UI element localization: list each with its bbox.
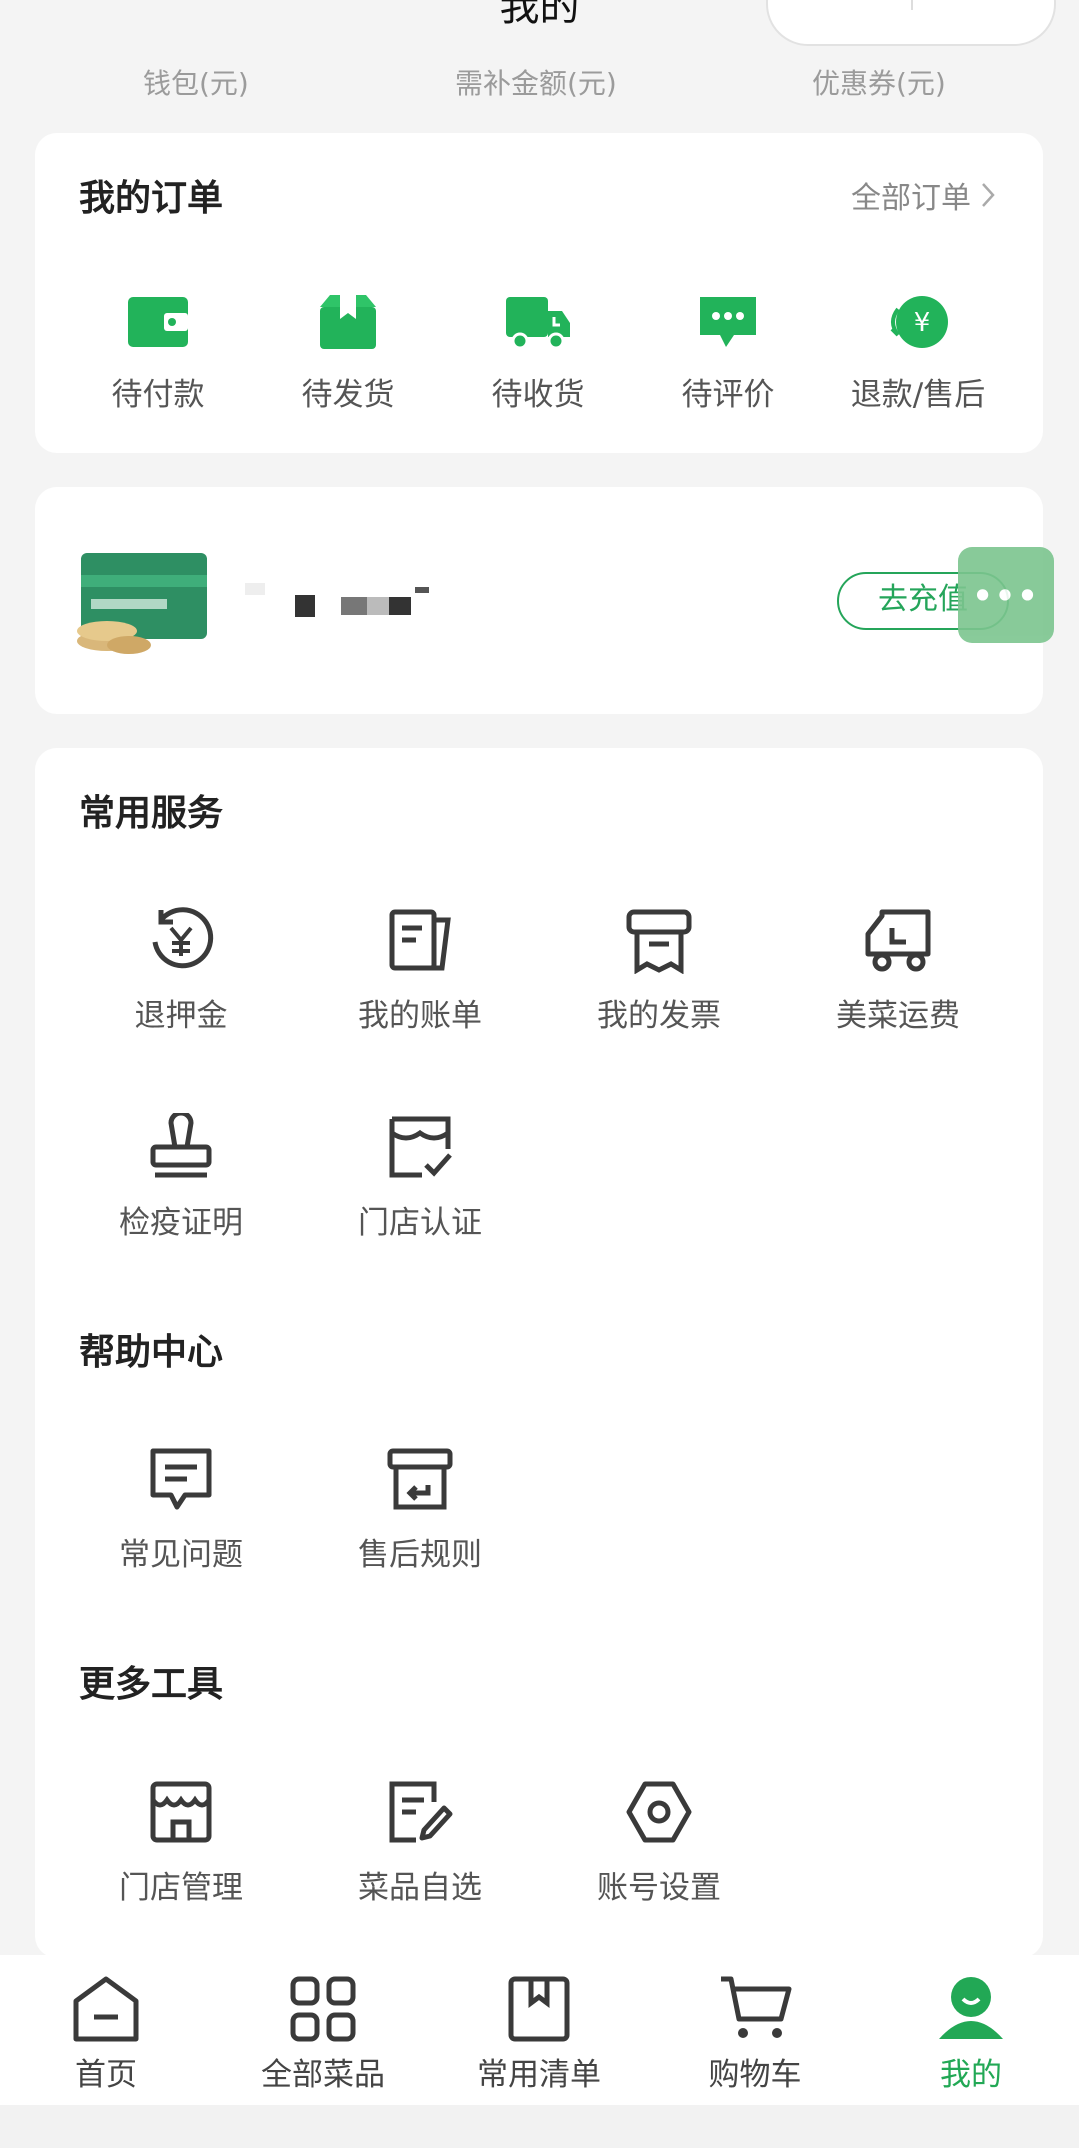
chat-bubble-icon: [700, 297, 756, 347]
store-verified-icon: [389, 1116, 452, 1178]
tool-store-management[interactable]: 门店管理: [81, 1778, 281, 1907]
capsule-divider: [911, 0, 913, 10]
service-label: 美菜运费: [836, 998, 960, 1034]
tab-cart[interactable]: 购物车: [665, 1973, 845, 2094]
floating-more-button[interactable]: •••: [958, 547, 1054, 643]
delivery-truck-icon: [865, 909, 931, 972]
profile-icon: [939, 1977, 1003, 2039]
order-refund-aftersale[interactable]: ¥ 退款/售后: [843, 293, 993, 414]
service-my-bill[interactable]: 我的账单: [320, 906, 520, 1035]
stat-due-amount[interactable]: 需补金额(元): [455, 62, 617, 102]
service-deposit-refund[interactable]: 退押金: [81, 906, 281, 1035]
mini-program-capsule: [766, 0, 1056, 46]
edit-list-icon: [389, 1781, 453, 1843]
refund-icon: ¥: [890, 296, 948, 348]
tool-label: 菜品自选: [358, 1870, 482, 1906]
bill-icon: [389, 909, 451, 971]
all-orders-link[interactable]: 全部订单: [851, 173, 995, 217]
close-target-icon[interactable]: [963, 0, 1013, 2]
tab-label: 全部菜品: [261, 2057, 385, 2093]
return-box-icon: [387, 1448, 453, 1510]
bookmark-list-icon: [508, 1976, 570, 2042]
order-pending-shipment[interactable]: 待发货: [273, 293, 423, 414]
service-label: 我的发票: [597, 998, 721, 1034]
account-stats: 钱包(元) 需补金额(元) 优惠券(元): [0, 62, 1079, 106]
tab-label: 首页: [75, 2057, 137, 2093]
tool-dish-select[interactable]: 菜品自选: [320, 1778, 520, 1907]
tab-label: 我的: [940, 2057, 1002, 2093]
wallet-icon: [128, 297, 188, 347]
more-dots-icon[interactable]: [816, 0, 866, 2]
svg-text:¥: ¥: [914, 308, 931, 338]
tool-label: 账号设置: [597, 1870, 721, 1906]
home-icon: [73, 1976, 139, 2042]
help-faq[interactable]: 常见问题: [81, 1445, 281, 1574]
tools-title: 更多工具: [79, 1664, 224, 1705]
service-delivery-fee[interactable]: 美菜运费: [798, 906, 998, 1035]
order-label: 待发货: [301, 377, 395, 413]
tab-common-list[interactable]: 常用清单: [449, 1973, 629, 2094]
tool-label: 门店管理: [119, 1870, 243, 1906]
stamp-icon: [150, 1113, 212, 1178]
order-label: 待评价: [681, 377, 775, 413]
service-label: 我的账单: [358, 998, 482, 1034]
service-quarantine-cert[interactable]: 检疫证明: [81, 1113, 281, 1242]
help-aftersale-rules[interactable]: 售后规则: [320, 1445, 520, 1574]
service-my-invoice[interactable]: 我的发票: [559, 906, 759, 1035]
tab-label: 购物车: [708, 2057, 802, 2093]
card-coins-illustration: [77, 553, 207, 654]
hex-settings-icon: [626, 1781, 692, 1843]
tab-label: 常用清单: [477, 2057, 601, 2093]
bottom-tab-bar: 首页 全部菜品 常用清单 购物车 我的: [0, 1955, 1079, 2105]
order-pending-payment[interactable]: 待付款: [83, 293, 233, 414]
redacted-text-block: [245, 583, 429, 617]
service-label: 退押金: [134, 998, 228, 1034]
services-card: 常用服务 退押金 我的账单 我的发票 美菜运费 检疫证明 门店认证 帮助中心 常…: [35, 748, 1043, 1958]
service-store-verify[interactable]: 门店认证: [320, 1113, 520, 1242]
tool-account-settings[interactable]: 账号设置: [559, 1778, 759, 1907]
help-label: 常见问题: [119, 1537, 243, 1573]
chevron-right-icon: [982, 183, 995, 207]
help-label: 售后规则: [358, 1537, 482, 1573]
order-label: 退款/售后: [850, 377, 986, 413]
tab-mine[interactable]: 我的: [881, 1973, 1061, 2094]
order-label: 待付款: [111, 377, 205, 413]
service-label: 门店认证: [358, 1205, 482, 1241]
deposit-refund-icon: [152, 907, 214, 969]
order-pending-review[interactable]: 待评价: [653, 293, 803, 414]
faq-icon: [150, 1448, 212, 1510]
tab-home[interactable]: 首页: [16, 1973, 196, 2094]
service-label: 检疫证明: [119, 1205, 243, 1241]
help-title: 帮助中心: [79, 1332, 224, 1373]
top-bar: 我的: [0, 0, 1079, 60]
cart-icon: [721, 1976, 792, 2038]
services-title: 常用服务: [79, 793, 224, 834]
truck-icon: [506, 297, 570, 350]
more-dots-label: •••: [972, 577, 1040, 615]
grid-icon: [290, 1976, 356, 2042]
all-orders-label: 全部订单: [851, 181, 971, 216]
invoice-icon: [626, 909, 692, 974]
bottom-safe-area: [0, 2105, 1079, 2148]
order-pending-receipt[interactable]: 待收货: [463, 293, 613, 414]
order-label: 待收货: [491, 377, 585, 413]
package-icon: [320, 295, 376, 349]
orders-title: 我的订单: [79, 178, 224, 219]
stat-wallet[interactable]: 钱包(元): [143, 62, 249, 102]
tab-all-dishes[interactable]: 全部菜品: [233, 1973, 413, 2094]
orders-card: 我的订单 全部订单 待付款 待发货 待收货 待评价 ¥ 退款/售后: [35, 133, 1043, 453]
stat-coupon[interactable]: 优惠券(元): [812, 62, 946, 102]
store-icon: [150, 1781, 212, 1843]
